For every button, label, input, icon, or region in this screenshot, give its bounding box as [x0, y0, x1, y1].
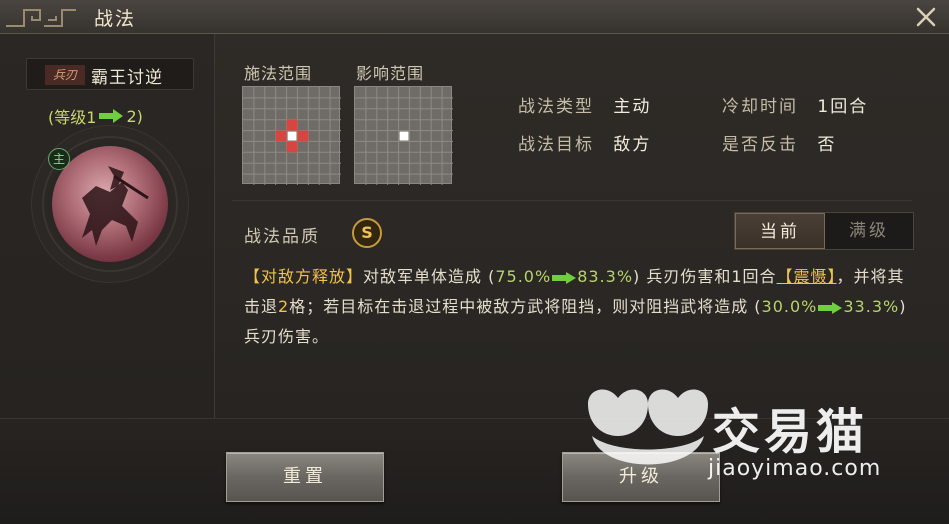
- tab-max-level[interactable]: 满级: [825, 213, 913, 249]
- info-cooldown-value: 1回合: [817, 97, 869, 117]
- info-type-key: 战法类型: [518, 97, 594, 117]
- desc-target-tag: 【对敌方释放】: [244, 267, 364, 286]
- desc-value-1-current: 75.0%: [495, 267, 552, 286]
- quality-grade-badge: S: [352, 218, 382, 248]
- effect-range-grid: [354, 86, 453, 185]
- title-ornament-icon: [6, 9, 76, 27]
- window-title: 战法: [94, 8, 137, 30]
- info-counter-value: 否: [817, 135, 837, 155]
- info-counter-key: 是否反击: [722, 135, 798, 155]
- skill-window: 战法 兵刃 霸王讨逆 (等级1 2) 主 施法范围 影响范围 战法类型 主动 冷…: [0, 0, 949, 524]
- info-target-row: 战法目标 敌方: [518, 130, 651, 155]
- desc-knockback-count: 2: [278, 297, 290, 316]
- watermark-brand: 交易猫: [712, 404, 869, 460]
- skill-name-box: 兵刃 霸王讨逆: [26, 58, 194, 90]
- reset-button[interactable]: 重置: [226, 452, 384, 502]
- effect-range-grid-cells: [355, 87, 453, 185]
- info-target-key: 战法目标: [518, 135, 594, 155]
- desc-status-link[interactable]: 【震慑】: [777, 267, 837, 286]
- tab-current[interactable]: 当前: [735, 213, 825, 249]
- skill-name: 霸王讨逆: [91, 68, 163, 88]
- desc-value-1-next: 83.3%: [577, 267, 634, 286]
- level-toggle: 当前 满级: [734, 212, 914, 250]
- horse-rider-image: [82, 166, 149, 246]
- level-to: 2): [126, 106, 143, 126]
- info-cooldown-key: 冷却时间: [722, 97, 798, 117]
- arrow-right-icon: [818, 301, 843, 314]
- cast-range-grid: [242, 86, 341, 185]
- cast-range-grid-cells: [243, 87, 341, 185]
- arrow-right-icon: [99, 109, 124, 123]
- section-divider: [232, 200, 912, 201]
- info-type-value: 主动: [613, 97, 652, 117]
- info-target-value: 敌方: [613, 135, 652, 155]
- skill-portrait: [52, 146, 168, 262]
- info-cooldown-row: 冷却时间 1回合: [722, 92, 868, 117]
- watermark-url: jiaoyimao.com: [708, 456, 882, 481]
- close-icon[interactable]: [913, 4, 939, 30]
- skill-description: 【对敌方释放】对敌军单体造成 (75.0% 83.3%) 兵刃伤害和1回合【震慑】…: [244, 262, 920, 352]
- level-progress: (等级1 2): [48, 104, 143, 128]
- title-bar: 战法: [0, 0, 949, 34]
- desc-value-2-next: 33.3%: [843, 297, 900, 316]
- arrow-right-icon: [552, 271, 577, 284]
- cast-range-label: 施法范围: [244, 64, 313, 83]
- desc-text-4: 格；若目标在击退过程中被敌方武将阻挡，则对阻挡武将造成 (: [289, 297, 762, 316]
- level-from: (等级1: [48, 108, 97, 127]
- desc-text-1: 对敌军单体造成 (: [363, 267, 496, 286]
- quality-label: 战法品质: [244, 227, 320, 247]
- skill-type-tag: 兵刃: [45, 65, 85, 85]
- desc-value-2-current: 30.0%: [761, 297, 818, 316]
- desc-text-2: ) 兵刃伤害和1回合: [633, 267, 777, 286]
- effect-range-label: 影响范围: [356, 64, 425, 83]
- info-type-row: 战法类型 主动: [518, 92, 651, 117]
- info-counter-row: 是否反击 否: [722, 130, 836, 155]
- main-skill-badge: 主: [48, 148, 70, 170]
